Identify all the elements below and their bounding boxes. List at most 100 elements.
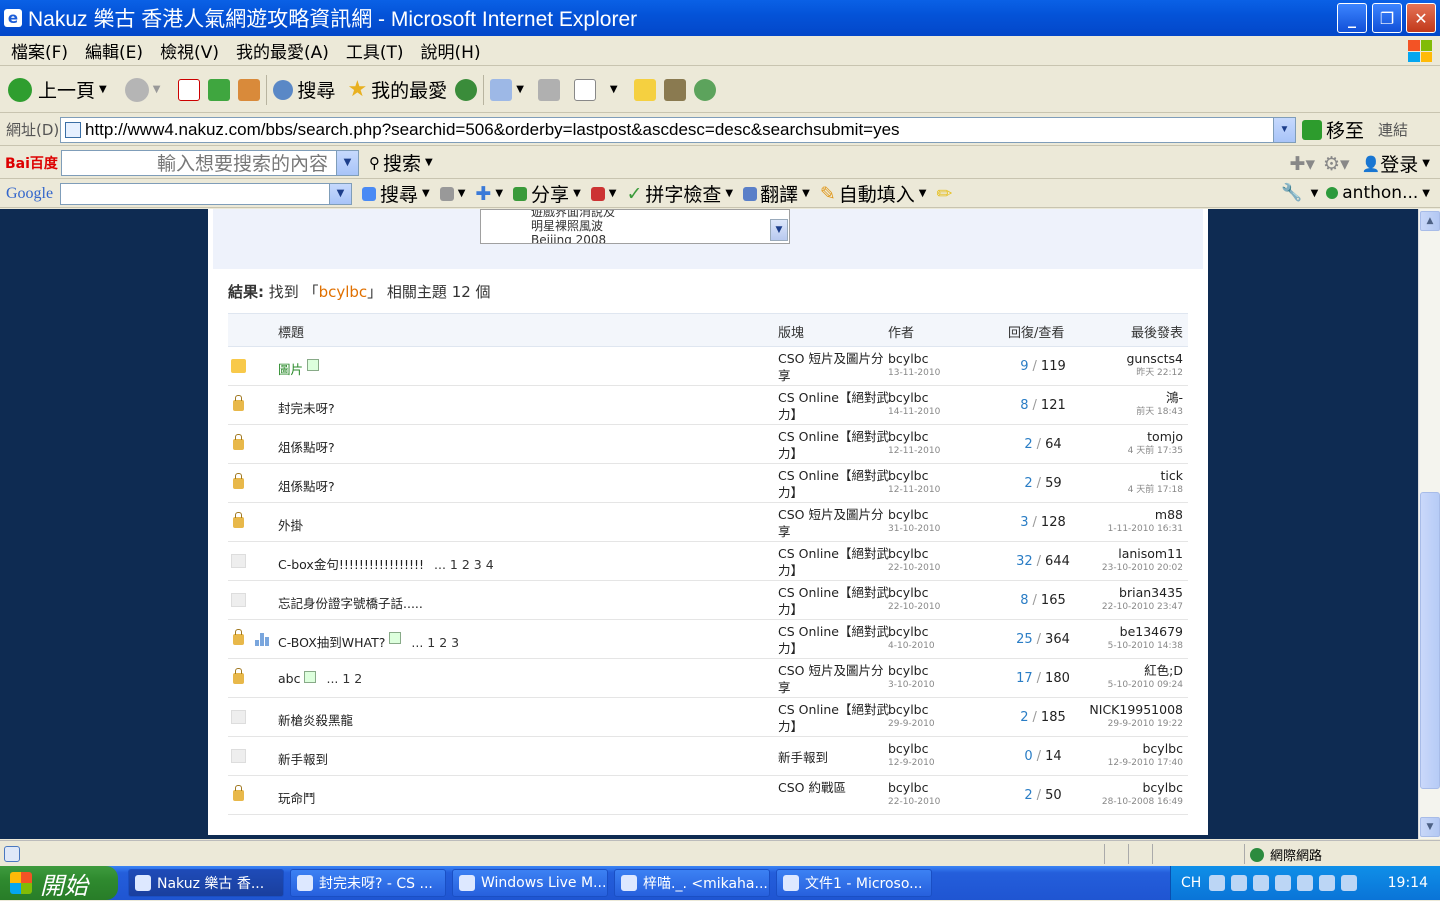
- last-post-time[interactable]: 23-10-2010 20:02: [1102, 561, 1183, 575]
- thread-title-link[interactable]: 圖片: [278, 362, 303, 377]
- last-post-user[interactable]: tomjo: [1147, 429, 1183, 444]
- network-icon[interactable]: [1297, 875, 1314, 891]
- print-button[interactable]: [537, 78, 560, 101]
- stop-button[interactable]: [178, 78, 201, 101]
- scroll-up-button[interactable]: ▲: [1420, 211, 1440, 231]
- thread-title-link[interactable]: abc: [278, 671, 300, 686]
- last-post-time[interactable]: 12-9-2010 17:40: [1108, 756, 1183, 770]
- select-option[interactable]: Beijing 2008: [531, 233, 789, 243]
- author-link[interactable]: bcylbc: [888, 702, 929, 717]
- menu-view[interactable]: 檢視(V): [160, 38, 219, 63]
- google-bookmark-button[interactable]: ▼: [439, 186, 465, 201]
- notes-button[interactable]: [633, 78, 656, 101]
- author-link[interactable]: bcylbc: [888, 468, 929, 483]
- last-post-time[interactable]: 昨天 22:12: [1126, 366, 1183, 380]
- last-post-time[interactable]: 4 天前 17:18: [1128, 483, 1183, 497]
- thread-title-link[interactable]: 封完未呀?: [278, 401, 335, 416]
- maximize-button[interactable]: ❐: [1372, 3, 1402, 33]
- taskbar-item-cs[interactable]: 封完未呀? - CS ...: [290, 869, 446, 897]
- last-post-time[interactable]: 前天 18:43: [1136, 405, 1183, 419]
- last-post-user[interactable]: m88: [1155, 507, 1183, 522]
- google-add-button[interactable]: ✚ ▼: [475, 183, 503, 205]
- page-links[interactable]: ... 1 2 3 4: [434, 557, 494, 572]
- taskbar-item-chat[interactable]: 梓喵._. <mikaha...: [614, 869, 770, 897]
- menu-tools[interactable]: 工具(T): [346, 38, 404, 63]
- scroll-down-button[interactable]: ▼: [1420, 817, 1440, 837]
- chevron-down-icon[interactable]: ▼: [99, 84, 107, 95]
- tray-icon[interactable]: [1209, 875, 1226, 891]
- thread-title-link[interactable]: 新槍炎殺黑龍: [278, 713, 353, 728]
- last-post-user[interactable]: gunscts4: [1126, 351, 1183, 366]
- scroll-thumb[interactable]: [1420, 492, 1440, 789]
- last-post-user[interactable]: 鴻-: [1166, 390, 1183, 405]
- taskbar-item-nakuz[interactable]: Nakuz 樂古 香...: [128, 869, 284, 897]
- wrench-icon[interactable]: 🔧: [1281, 183, 1302, 203]
- google-highlight-button[interactable]: ✏: [936, 183, 952, 205]
- thread-title-link[interactable]: 忘記身份證字號橋子話.....: [278, 596, 423, 611]
- chevron-down-icon[interactable]: ▼: [1273, 117, 1295, 142]
- forum-select-list[interactable]: 遊戲界面消說及 明星裸照風波 Beijing 2008 ▼: [480, 209, 790, 244]
- home-button[interactable]: [238, 78, 261, 101]
- forum-link[interactable]: CSO 短片及圖片分享: [778, 506, 890, 540]
- google-spellcheck-button[interactable]: ✓ 拼字檢查 ▼: [626, 180, 733, 207]
- baidu-login-button[interactable]: 登录: [1380, 150, 1418, 177]
- chevron-down-icon[interactable]: ▼: [336, 150, 358, 175]
- last-post-time[interactable]: 4 天前 17:35: [1128, 444, 1183, 458]
- chevron-down-icon[interactable]: ▼: [610, 84, 618, 95]
- thread-title-link[interactable]: 俎係點呀?: [278, 479, 335, 494]
- google-search-button[interactable]: 搜尋 ▼: [362, 180, 430, 207]
- chevron-down-icon[interactable]: ▼: [770, 219, 788, 241]
- thread-title-link[interactable]: C-BOX抽到WHAT?: [278, 635, 385, 650]
- back-button[interactable]: 上一頁 ▼: [8, 76, 107, 103]
- research-button[interactable]: [663, 78, 686, 101]
- author-link[interactable]: bcylbc: [888, 546, 929, 561]
- last-post-time[interactable]: 5-10-2010 09:24: [1108, 678, 1183, 692]
- google-share-button[interactable]: 分享 ▼: [513, 180, 581, 207]
- chevron-down-icon[interactable]: ▼: [1422, 158, 1430, 169]
- menu-file[interactable]: 檔案(F): [11, 38, 68, 63]
- author-link[interactable]: bcylbc: [888, 624, 929, 639]
- address-input[interactable]: http://www4.nakuz.com/bbs/search.php?sea…: [60, 116, 1296, 143]
- google-popup-button[interactable]: ▼: [590, 186, 616, 201]
- author-link[interactable]: bcylbc: [888, 741, 929, 756]
- google-autofill-button[interactable]: ✎ 自動填入 ▼: [820, 180, 927, 207]
- forum-link[interactable]: CS Online【絕對武力】: [778, 584, 890, 618]
- chevron-down-icon[interactable]: ▼: [516, 84, 524, 95]
- forum-link[interactable]: CS Online【絕對武力】: [778, 623, 890, 657]
- author-link[interactable]: bcylbc: [888, 390, 929, 405]
- author-link[interactable]: bcylbc: [888, 663, 929, 678]
- author-link[interactable]: bcylbc: [888, 429, 929, 444]
- forum-link[interactable]: CSO 短片及圖片分享: [778, 662, 890, 696]
- thread-title-link[interactable]: 新手報到: [278, 752, 328, 767]
- help-icon[interactable]: [1231, 875, 1248, 891]
- mail-button[interactable]: ▼: [490, 78, 524, 101]
- last-post-time[interactable]: 22-10-2010 23:47: [1102, 600, 1183, 614]
- tray-icon[interactable]: [1275, 875, 1292, 891]
- author-link[interactable]: bcylbc: [888, 780, 929, 795]
- links-button[interactable]: 連結: [1378, 119, 1408, 140]
- taskbar-item-messenger[interactable]: Windows Live M...: [452, 869, 608, 897]
- chevron-down-icon[interactable]: ▼: [1311, 188, 1319, 199]
- vertical-scrollbar[interactable]: ▲ ▼: [1418, 209, 1440, 839]
- chevron-down-icon[interactable]: ▼: [153, 84, 161, 95]
- last-post-time[interactable]: 29-9-2010 19:22: [1089, 717, 1183, 731]
- menu-favorites[interactable]: 我的最愛(A): [236, 38, 329, 63]
- last-post-user[interactable]: NICK19951008: [1089, 702, 1183, 717]
- search-button[interactable]: 搜尋: [273, 76, 335, 103]
- minimize-button[interactable]: _: [1337, 3, 1367, 33]
- last-post-user[interactable]: brian3435: [1119, 585, 1183, 600]
- forum-link[interactable]: CSO 約戰區: [778, 779, 890, 796]
- forward-button[interactable]: ▼: [124, 77, 161, 102]
- last-post-time[interactable]: 28-10-2008 16:49: [1102, 795, 1183, 809]
- last-post-time[interactable]: 5-10-2010 14:38: [1108, 639, 1183, 653]
- baidu-search-input[interactable]: 輸入想要搜索的內容 ▼: [61, 149, 359, 176]
- refresh-button[interactable]: [208, 78, 231, 101]
- close-button[interactable]: ✕: [1406, 3, 1436, 33]
- last-post-time[interactable]: 1-11-2010 16:31: [1108, 522, 1183, 536]
- forum-link[interactable]: CS Online【絕對武力】: [778, 428, 890, 462]
- tray-icon[interactable]: [1253, 875, 1270, 891]
- author-link[interactable]: bcylbc: [888, 351, 929, 366]
- page-links[interactable]: ... 1 2 3: [411, 635, 459, 650]
- google-search-input[interactable]: ▼: [60, 182, 352, 205]
- thread-title-link[interactable]: C-box金句!!!!!!!!!!!!!!!!!: [278, 557, 424, 572]
